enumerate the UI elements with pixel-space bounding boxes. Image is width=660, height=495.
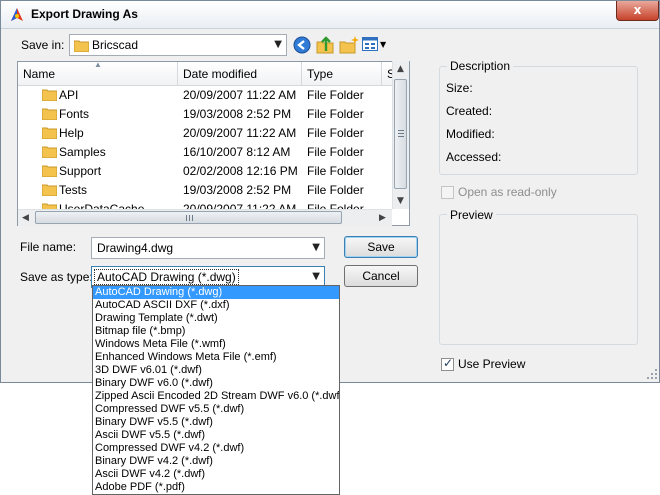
save-as-type-value: AutoCAD Drawing (*.dwg) bbox=[94, 269, 239, 285]
close-button[interactable]: x bbox=[616, 1, 659, 21]
folder-icon bbox=[42, 89, 57, 101]
open-readonly-checkbox[interactable] bbox=[441, 186, 454, 199]
save-in-combo[interactable]: Bricscad ▼ bbox=[69, 34, 287, 56]
created-label: Created: bbox=[446, 104, 493, 118]
file-name: Fonts bbox=[59, 107, 90, 121]
file-row[interactable]: API 20/09/2007 11:22 AM File Folder bbox=[18, 86, 398, 105]
new-folder-icon[interactable] bbox=[338, 34, 360, 56]
size-label: Size: bbox=[446, 81, 473, 95]
file-row[interactable]: Help 20/09/2007 11:22 AM File Folder bbox=[18, 124, 398, 143]
file-name: Support bbox=[59, 164, 102, 178]
grip-icon bbox=[398, 130, 404, 137]
scroll-right-icon[interactable]: ▶ bbox=[379, 213, 386, 223]
dropdown-option[interactable]: Binary DWF v6.0 (*.dwf) bbox=[93, 377, 339, 390]
dropdown-option[interactable]: Binary DWF v5.5 (*.dwf) bbox=[93, 416, 339, 429]
file-date: 02/02/2008 12:16 PM bbox=[183, 164, 298, 178]
dropdown-option[interactable]: Compressed DWF v4.2 (*.dwf) bbox=[93, 442, 339, 455]
preview-title: Preview bbox=[447, 208, 496, 222]
file-row[interactable]: Support 02/02/2008 12:16 PM File Folder bbox=[18, 162, 398, 181]
back-icon[interactable] bbox=[291, 34, 313, 56]
dropdown-option[interactable]: AutoCAD ASCII DXF (*.dxf) bbox=[93, 299, 339, 312]
dropdown-option[interactable]: Ascii DWF v5.5 (*.dwf) bbox=[93, 429, 339, 442]
sort-arrow-icon: ▲ bbox=[94, 62, 102, 69]
file-name-label: File name: bbox=[20, 240, 77, 254]
dropdown-option[interactable]: AutoCAD Drawing (*.dwg) bbox=[93, 286, 339, 299]
chevron-down-icon: ▼ bbox=[274, 39, 282, 50]
modified-label: Modified: bbox=[446, 127, 495, 141]
checkmark-icon: ✓ bbox=[443, 356, 454, 370]
dropdown-option[interactable]: Enhanced Windows Meta File (*.emf) bbox=[93, 351, 339, 364]
file-date: 19/03/2008 2:52 PM bbox=[183, 107, 292, 121]
save-in-label: Save in: bbox=[21, 38, 65, 52]
open-readonly-label: Open as read-only bbox=[458, 185, 557, 199]
file-date: 20/09/2007 11:22 AM bbox=[183, 88, 297, 102]
title-bar[interactable]: Export Drawing As x bbox=[1, 1, 659, 29]
chevron-down-icon[interactable]: ▼ bbox=[312, 271, 320, 282]
chevron-down-icon: ▼ bbox=[380, 40, 387, 49]
file-name-input[interactable]: Drawing4.dwg ▼ bbox=[91, 237, 325, 259]
column-header-type[interactable]: Type bbox=[302, 62, 382, 86]
dropdown-option[interactable]: Drawing Template (*.dwt) bbox=[93, 312, 339, 325]
file-type: File Folder bbox=[307, 126, 364, 140]
save-button[interactable]: Save bbox=[344, 236, 418, 258]
file-type: File Folder bbox=[307, 107, 364, 121]
file-name: Samples bbox=[59, 145, 106, 159]
views-menu-icon bbox=[362, 37, 378, 51]
views-menu-button[interactable]: ▼ bbox=[362, 34, 390, 56]
folder-icon bbox=[42, 108, 57, 120]
cancel-button[interactable]: Cancel bbox=[344, 265, 418, 287]
close-icon: x bbox=[633, 3, 642, 17]
file-row[interactable]: Fonts 19/03/2008 2:52 PM File Folder bbox=[18, 105, 398, 124]
dropdown-option[interactable]: 3D DWF v6.01 (*.dwf) bbox=[93, 364, 339, 377]
preview-group bbox=[439, 214, 638, 345]
dropdown-option[interactable]: Zipped Ascii Encoded 2D Stream DWF v6.0 … bbox=[93, 390, 339, 403]
chevron-down-icon[interactable]: ▼ bbox=[312, 242, 320, 253]
scroll-down-icon[interactable]: ▼ bbox=[397, 196, 404, 206]
folder-icon bbox=[42, 184, 57, 196]
up-folder-icon[interactable] bbox=[314, 34, 336, 56]
file-type: File Folder bbox=[307, 145, 364, 159]
column-header-date[interactable]: Date modified bbox=[178, 62, 302, 86]
file-name: Tests bbox=[59, 183, 88, 197]
file-date: 19/03/2008 2:52 PM bbox=[183, 183, 292, 197]
use-preview-label: Use Preview bbox=[458, 357, 526, 371]
window-title: Export Drawing As bbox=[31, 7, 138, 21]
save-as-type-dropdown-list[interactable]: AutoCAD Drawing (*.dwg) AutoCAD ASCII DX… bbox=[92, 285, 340, 495]
dropdown-option[interactable]: Binary DWF v4.2 (*.dwf) bbox=[93, 455, 339, 468]
description-title: Description bbox=[447, 59, 514, 73]
file-name: API bbox=[59, 88, 79, 102]
scroll-left-icon[interactable]: ◀ bbox=[22, 213, 29, 223]
folder-icon bbox=[42, 146, 57, 158]
file-type: File Folder bbox=[307, 164, 364, 178]
scroll-up-icon[interactable]: ▲ bbox=[397, 64, 404, 74]
file-date: 16/10/2007 8:12 AM bbox=[183, 145, 291, 159]
file-row[interactable]: Samples 16/10/2007 8:12 AM File Folder bbox=[18, 143, 398, 162]
file-date: 20/09/2007 11:22 AM bbox=[183, 126, 297, 140]
accessed-label: Accessed: bbox=[446, 150, 502, 164]
file-list[interactable]: Name ▲ Date modified Type Size API 20/09… bbox=[17, 61, 410, 226]
file-type: File Folder bbox=[307, 88, 364, 102]
dropdown-option[interactable]: Ascii DWF v4.2 (*.dwf) bbox=[93, 468, 339, 481]
save-in-value: Bricscad bbox=[92, 38, 139, 52]
file-row[interactable]: Tests 19/03/2008 2:52 PM File Folder bbox=[18, 181, 398, 200]
column-header-name[interactable]: Name ▲ bbox=[18, 62, 178, 86]
dropdown-option[interactable]: Bitmap file (*.bmp) bbox=[93, 325, 339, 338]
app-icon bbox=[11, 8, 23, 21]
dropdown-option[interactable]: Adobe PDF (*.pdf) bbox=[93, 481, 339, 494]
folder-icon bbox=[42, 127, 57, 139]
dropdown-option[interactable]: Compressed DWF v5.5 (*.dwf) bbox=[93, 403, 339, 416]
grip-icon bbox=[186, 215, 193, 221]
folder-icon bbox=[74, 40, 89, 52]
vertical-scroll-thumb[interactable] bbox=[394, 79, 407, 189]
file-type: File Folder bbox=[307, 183, 364, 197]
dropdown-option[interactable]: Windows Meta File (*.wmf) bbox=[93, 338, 339, 351]
folder-icon bbox=[42, 165, 57, 177]
file-name-value: Drawing4.dwg bbox=[97, 241, 174, 255]
horizontal-scroll-thumb[interactable] bbox=[35, 211, 342, 224]
file-name: Help bbox=[59, 126, 84, 140]
save-as-type-label: Save as type: bbox=[20, 270, 93, 284]
resize-grip-icon[interactable] bbox=[646, 368, 658, 380]
use-preview-checkbox[interactable]: ✓ bbox=[441, 356, 454, 371]
